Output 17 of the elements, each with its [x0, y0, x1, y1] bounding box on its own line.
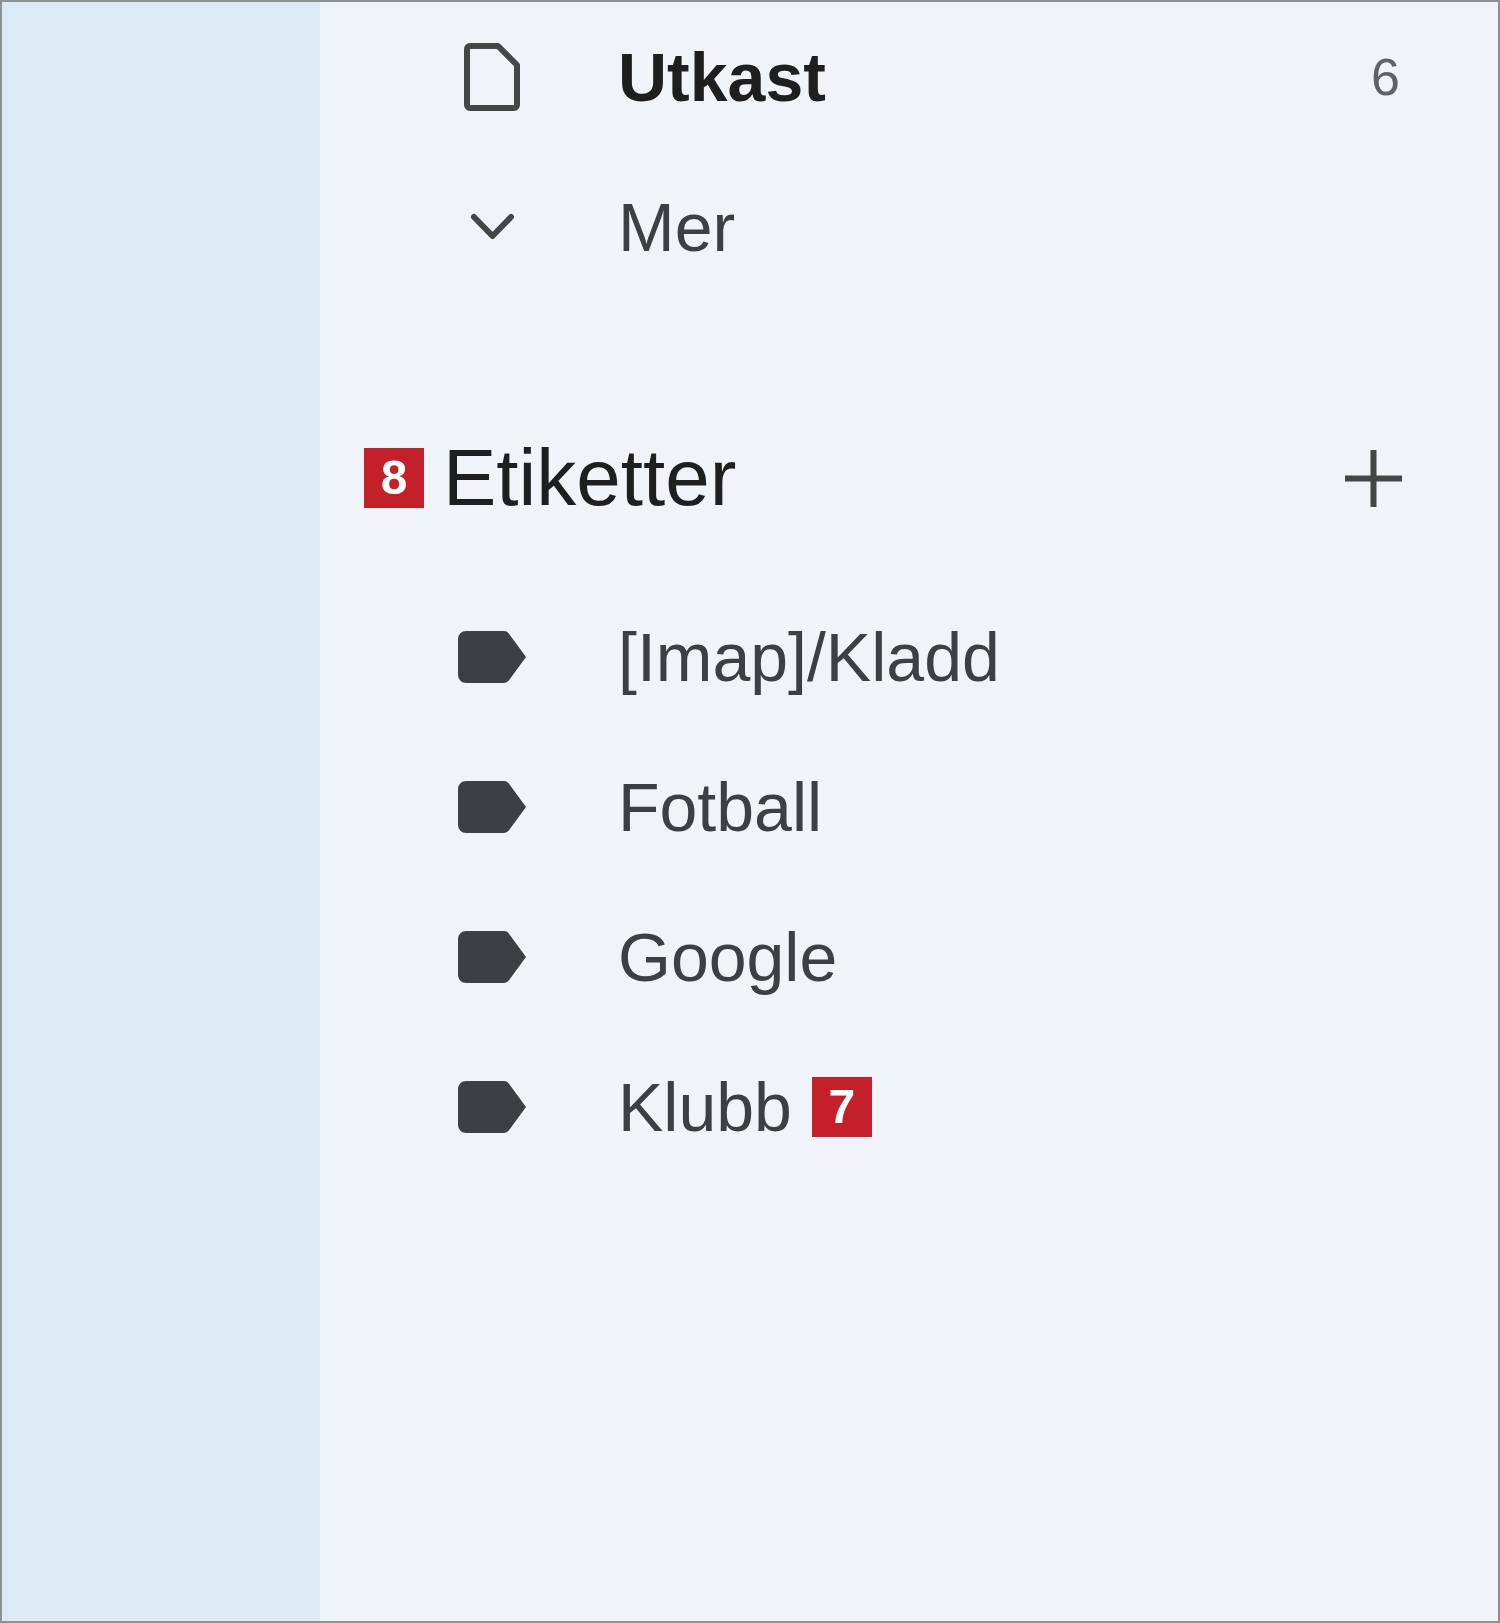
label-name[interactable]: Fotball [618, 768, 823, 846]
chevron-icon[interactable] [469, 213, 515, 241]
more-toggle[interactable]: Mer [618, 188, 736, 266]
label-name[interactable]: Klubb [618, 1068, 792, 1146]
tag-icon [458, 1081, 526, 1133]
label-name[interactable]: [Imap]/Kladd [618, 618, 1000, 696]
label-name[interactable]: Google [618, 918, 838, 996]
callout-number: 8 [364, 448, 424, 508]
document-icon [464, 43, 520, 111]
plus-icon[interactable] [1345, 449, 1402, 507]
tag-icon [458, 631, 526, 683]
callout-number: 7 [811, 1077, 872, 1137]
tag-icon [458, 931, 526, 983]
labels-heading: Etiketter [443, 432, 737, 524]
folder-count: 6 [1371, 47, 1400, 107]
tag-icon [458, 781, 526, 833]
folder-name[interactable]: Utkast [618, 38, 826, 116]
